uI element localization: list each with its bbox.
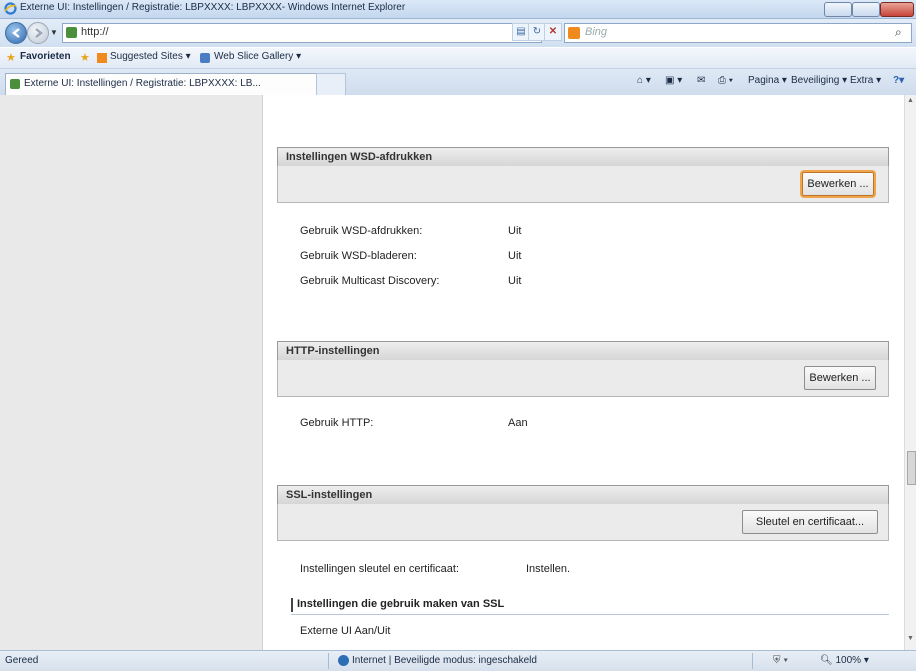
feeds-icon[interactable]: ▣ ▾ — [665, 75, 682, 86]
section-title: Instellingen WSD-afdrukken — [286, 151, 433, 163]
section-toolbar-ssl: Sleutel en certificaat... — [277, 504, 889, 541]
row-value: Uit — [508, 225, 522, 237]
scroll-up-icon[interactable]: ▲ — [907, 97, 914, 104]
row-value: Uit — [508, 275, 522, 287]
row-label: Gebruik Multicast Discovery: — [300, 275, 440, 287]
vertical-scrollbar[interactable]: ▲ ▼ — [904, 95, 916, 650]
back-button[interactable] — [5, 22, 27, 44]
add-favorite-icon[interactable]: ★ — [80, 51, 90, 64]
tools-menu[interactable]: Extra ▾ — [850, 75, 881, 86]
web-slice-gallery-link[interactable]: Web Slice Gallery ▾ — [214, 51, 301, 62]
chevron-down-icon[interactable]: ▼ — [50, 28, 58, 37]
search-placeholder: Bing — [585, 26, 608, 38]
suggested-sites-icon — [97, 53, 107, 63]
left-navigation-panel — [0, 95, 263, 650]
section-toolbar-wsd: Bewerken ... — [277, 166, 889, 203]
protected-mode-icon[interactable]: ⛨ ▾ — [773, 655, 788, 666]
title-bar: Externe UI: Instellingen / Registratie: … — [0, 0, 916, 19]
divider — [328, 653, 329, 669]
main-content: Instellingen WSD-afdrukken Bewerken ... … — [263, 95, 904, 650]
bing-icon — [568, 27, 580, 39]
page-icon — [66, 27, 77, 38]
safety-menu[interactable]: Beveiliging ▾ — [791, 75, 847, 86]
subsection-title: Instellingen die gebruik maken van SSL — [297, 598, 505, 610]
row-label: Externe UI Aan/Uit — [300, 625, 391, 637]
star-icon: ★ — [6, 52, 16, 64]
page-icon — [10, 79, 20, 89]
new-tab-button[interactable] — [316, 73, 346, 96]
tab-label: Externe UI: Instellingen / Registratie: … — [24, 78, 261, 89]
key-certificate-button[interactable]: Sleutel en certificaat... — [742, 510, 878, 534]
forward-button[interactable] — [27, 22, 49, 44]
section-toolbar-http: Bewerken ... — [277, 360, 889, 397]
edit-button-wsd[interactable]: Bewerken ... — [802, 172, 874, 196]
section-header-ssl: SSL-instellingen — [277, 485, 889, 505]
address-field[interactable]: http:// ▼ — [62, 23, 571, 43]
print-icon[interactable]: ⎙ ▾ — [718, 75, 733, 86]
ie-logo-icon — [4, 2, 17, 15]
section-header-http: HTTP-instellingen — [277, 341, 889, 361]
security-zone-text[interactable]: Internet | Beveiligde modus: ingeschakel… — [352, 655, 537, 666]
close-button[interactable] — [880, 2, 914, 17]
favorites-bar: ★ Favorieten ★ Suggested Sites ▾ Web Sli… — [0, 48, 916, 69]
address-text: http:// — [81, 26, 109, 38]
status-text: Gereed — [5, 655, 39, 666]
divider — [752, 653, 753, 669]
row-label: Gebruik WSD-afdrukken: — [300, 225, 423, 237]
row-value: Uit — [508, 250, 522, 262]
minimize-button[interactable] — [824, 2, 852, 17]
web-slice-icon — [200, 53, 210, 63]
status-bar: Gereed Internet | Beveiligde modus: inge… — [0, 650, 916, 671]
ssl-subsection-header: Instellingen die gebruik maken van SSL — [291, 596, 889, 615]
search-input[interactable]: Bing ⌕ — [564, 23, 912, 43]
row-label: Instellingen sleutel en certificaat: — [300, 563, 459, 575]
subsection-marker — [291, 598, 293, 612]
search-icon[interactable]: ⌕ — [895, 25, 902, 40]
page-menu[interactable]: Pagina ▾ — [748, 75, 787, 86]
row-label: Gebruik HTTP: — [300, 417, 374, 429]
mail-icon[interactable]: ✉ — [697, 75, 705, 86]
address-row: ▼ http:// ▼ ▤ ↻ ✕ Bing ⌕ — [0, 19, 916, 47]
window-title: Externe UI: Instellingen / Registratie: … — [20, 2, 406, 13]
tab-current[interactable]: Externe UI: Instellingen / Registratie: … — [5, 73, 317, 95]
scroll-down-icon[interactable]: ▼ — [907, 635, 914, 642]
section-title: SSL-instellingen — [286, 489, 373, 501]
section-title: HTTP-instellingen — [286, 345, 380, 357]
maximize-button[interactable] — [852, 2, 880, 17]
tab-row: Externe UI: Instellingen / Registratie: … — [0, 69, 916, 96]
row-value: Instellen. — [526, 563, 571, 575]
zoom-value: 100% — [835, 655, 862, 666]
scroll-thumb[interactable] — [907, 451, 916, 485]
stop-icon[interactable]: ✕ — [544, 23, 562, 41]
zoom-level[interactable]: 🔍︎ 100% ▾ — [820, 655, 869, 666]
help-icon[interactable]: ?▾ — [893, 75, 904, 86]
home-icon[interactable]: ⌂ ▾ — [637, 75, 651, 86]
row-value: Aan — [508, 417, 528, 429]
row-label: Gebruik WSD-bladeren: — [300, 250, 417, 262]
suggested-sites-link[interactable]: Suggested Sites ▾ — [110, 51, 191, 62]
favorites-button[interactable]: Favorieten — [20, 51, 71, 62]
section-header-wsd: Instellingen WSD-afdrukken — [277, 147, 889, 167]
edit-button-http[interactable]: Bewerken ... — [804, 366, 876, 390]
globe-icon — [338, 655, 349, 666]
